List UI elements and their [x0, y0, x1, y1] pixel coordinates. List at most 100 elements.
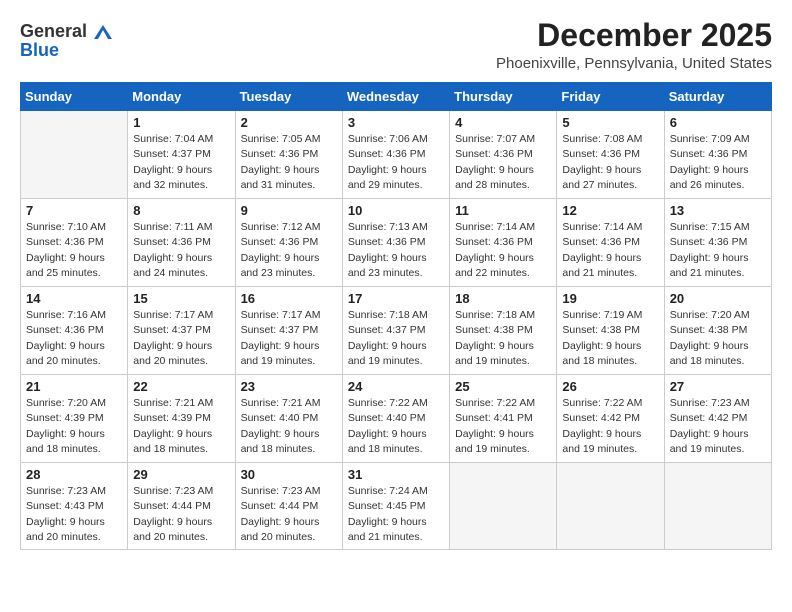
day-info: Sunrise: 7:15 AMSunset: 4:36 PMDaylight:…: [670, 220, 766, 281]
day-info: Sunrise: 7:19 AMSunset: 4:38 PMDaylight:…: [562, 308, 658, 369]
calendar-day-cell: 27 Sunrise: 7:23 AMSunset: 4:42 PMDayligh…: [664, 375, 771, 463]
calendar-day-cell: 16 Sunrise: 7:17 AMSunset: 4:37 PMDayligh…: [235, 287, 342, 375]
calendar-day-cell: 29 Sunrise: 7:23 AMSunset: 4:44 PMDayligh…: [128, 463, 235, 550]
day-number: 15: [133, 291, 229, 306]
day-number: 21: [26, 379, 122, 394]
day-number: 6: [670, 115, 766, 130]
calendar-day-cell: 4 Sunrise: 7:07 AMSunset: 4:36 PMDaylight…: [450, 111, 557, 199]
calendar-week-row: 21 Sunrise: 7:20 AMSunset: 4:39 PMDayligh…: [21, 375, 772, 463]
day-info: Sunrise: 7:23 AMSunset: 4:43 PMDaylight:…: [26, 484, 122, 545]
day-info: Sunrise: 7:18 AMSunset: 4:38 PMDaylight:…: [455, 308, 551, 369]
calendar-day-cell: [21, 111, 128, 199]
calendar-day-cell: 22 Sunrise: 7:21 AMSunset: 4:39 PMDayligh…: [128, 375, 235, 463]
day-info: Sunrise: 7:08 AMSunset: 4:36 PMDaylight:…: [562, 132, 658, 193]
calendar-day-cell: 2 Sunrise: 7:05 AMSunset: 4:36 PMDaylight…: [235, 111, 342, 199]
col-sunday: Sunday: [21, 83, 128, 111]
col-tuesday: Tuesday: [235, 83, 342, 111]
day-number: 5: [562, 115, 658, 130]
calendar-day-cell: 15Sunrise: 7:17 AMSunset: 4:37 PMDayligh…: [128, 287, 235, 375]
day-number: 23: [241, 379, 337, 394]
day-info: Sunrise: 7:07 AMSunset: 4:36 PMDaylight:…: [455, 132, 551, 193]
calendar-week-row: 7Sunrise: 7:10 AMSunset: 4:36 PMDaylight…: [21, 199, 772, 287]
day-number: 10: [348, 203, 444, 218]
day-number: 16: [241, 291, 337, 306]
calendar-day-cell: 24 Sunrise: 7:22 AMSunset: 4:40 PMDayligh…: [342, 375, 449, 463]
calendar-week-row: 28 Sunrise: 7:23 AMSunset: 4:43 PMDayligh…: [21, 463, 772, 550]
day-info: Sunrise: 7:16 AMSunset: 4:36 PMDaylight:…: [26, 308, 122, 369]
day-info: Sunrise: 7:23 AMSunset: 4:44 PMDaylight:…: [133, 484, 229, 545]
calendar-day-cell: 17 Sunrise: 7:18 AMSunset: 4:37 PMDayligh…: [342, 287, 449, 375]
calendar-day-cell: 26Sunrise: 7:22 AMSunset: 4:42 PMDayligh…: [557, 375, 664, 463]
calendar-week-row: 1 Sunrise: 7:04 AMSunset: 4:37 PMDaylight…: [21, 111, 772, 199]
day-number: 30: [241, 467, 337, 482]
header: General Blue December 2025 Phoenixville,…: [20, 18, 772, 72]
calendar-day-cell: 28 Sunrise: 7:23 AMSunset: 4:43 PMDayligh…: [21, 463, 128, 550]
day-number: 13: [670, 203, 766, 218]
title-block: December 2025 Phoenixville, Pennsylvania…: [496, 18, 772, 72]
day-info: Sunrise: 7:18 AMSunset: 4:37 PMDaylight:…: [348, 308, 444, 369]
calendar-day-cell: [557, 463, 664, 550]
day-number: 20: [670, 291, 766, 306]
day-number: 22: [133, 379, 229, 394]
calendar-day-cell: 12 Sunrise: 7:14 AMSunset: 4:36 PMDayligh…: [557, 199, 664, 287]
calendar-day-cell: 13 Sunrise: 7:15 AMSunset: 4:36 PMDayligh…: [664, 199, 771, 287]
logo: General Blue: [20, 22, 112, 61]
day-info: Sunrise: 7:22 AMSunset: 4:40 PMDaylight:…: [348, 396, 444, 457]
day-info: Sunrise: 7:14 AMSunset: 4:36 PMDaylight:…: [562, 220, 658, 281]
col-thursday: Thursday: [450, 83, 557, 111]
day-info: Sunrise: 7:20 AMSunset: 4:38 PMDaylight:…: [670, 308, 766, 369]
calendar-day-cell: 8Sunrise: 7:11 AMSunset: 4:36 PMDaylight…: [128, 199, 235, 287]
calendar-table: Sunday Monday Tuesday Wednesday Thursday…: [20, 82, 772, 550]
day-number: 17: [348, 291, 444, 306]
day-info: Sunrise: 7:09 AMSunset: 4:36 PMDaylight:…: [670, 132, 766, 193]
day-number: 11: [455, 203, 551, 218]
calendar-day-cell: 14Sunrise: 7:16 AMSunset: 4:36 PMDayligh…: [21, 287, 128, 375]
calendar-day-cell: 9 Sunrise: 7:12 AMSunset: 4:36 PMDaylight…: [235, 199, 342, 287]
day-info: Sunrise: 7:13 AMSunset: 4:36 PMDaylight:…: [348, 220, 444, 281]
calendar-day-cell: 5 Sunrise: 7:08 AMSunset: 4:36 PMDaylight…: [557, 111, 664, 199]
day-number: 18: [455, 291, 551, 306]
day-number: 27: [670, 379, 766, 394]
day-number: 1: [133, 115, 229, 130]
calendar-day-cell: 7Sunrise: 7:10 AMSunset: 4:36 PMDaylight…: [21, 199, 128, 287]
day-info: Sunrise: 7:22 AMSunset: 4:42 PMDaylight:…: [562, 396, 658, 457]
day-number: 7: [26, 203, 122, 218]
day-number: 2: [241, 115, 337, 130]
col-saturday: Saturday: [664, 83, 771, 111]
day-number: 9: [241, 203, 337, 218]
day-number: 28: [26, 467, 122, 482]
day-info: Sunrise: 7:12 AMSunset: 4:36 PMDaylight:…: [241, 220, 337, 281]
day-number: 8: [133, 203, 229, 218]
calendar-subtitle: Phoenixville, Pennsylvania, United State…: [496, 55, 772, 72]
day-info: Sunrise: 7:04 AMSunset: 4:37 PMDaylight:…: [133, 132, 229, 193]
calendar-day-cell: 20 Sunrise: 7:20 AMSunset: 4:38 PMDayligh…: [664, 287, 771, 375]
day-info: Sunrise: 7:17 AMSunset: 4:37 PMDaylight:…: [241, 308, 337, 369]
day-number: 24: [348, 379, 444, 394]
day-number: 31: [348, 467, 444, 482]
calendar-day-cell: 6 Sunrise: 7:09 AMSunset: 4:36 PMDaylight…: [664, 111, 771, 199]
calendar-week-row: 14Sunrise: 7:16 AMSunset: 4:36 PMDayligh…: [21, 287, 772, 375]
calendar-day-cell: 3Sunrise: 7:06 AMSunset: 4:36 PMDaylight…: [342, 111, 449, 199]
col-friday: Friday: [557, 83, 664, 111]
day-number: 29: [133, 467, 229, 482]
day-info: Sunrise: 7:21 AMSunset: 4:39 PMDaylight:…: [133, 396, 229, 457]
day-number: 3: [348, 115, 444, 130]
day-info: Sunrise: 7:24 AMSunset: 4:45 PMDaylight:…: [348, 484, 444, 545]
calendar-day-cell: 23Sunrise: 7:21 AMSunset: 4:40 PMDayligh…: [235, 375, 342, 463]
day-info: Sunrise: 7:05 AMSunset: 4:36 PMDaylight:…: [241, 132, 337, 193]
day-info: Sunrise: 7:22 AMSunset: 4:41 PMDaylight:…: [455, 396, 551, 457]
logo-general: General: [20, 21, 87, 41]
day-number: 19: [562, 291, 658, 306]
calendar-day-cell: 10 Sunrise: 7:13 AMSunset: 4:36 PMDayligh…: [342, 199, 449, 287]
day-number: 25: [455, 379, 551, 394]
calendar-title: December 2025: [496, 18, 772, 53]
day-number: 4: [455, 115, 551, 130]
calendar-day-cell: [664, 463, 771, 550]
day-info: Sunrise: 7:20 AMSunset: 4:39 PMDaylight:…: [26, 396, 122, 457]
day-info: Sunrise: 7:14 AMSunset: 4:36 PMDaylight:…: [455, 220, 551, 281]
logo-blue: Blue: [20, 40, 59, 60]
calendar-day-cell: 31 Sunrise: 7:24 AMSunset: 4:45 PMDayligh…: [342, 463, 449, 550]
day-info: Sunrise: 7:23 AMSunset: 4:42 PMDaylight:…: [670, 396, 766, 457]
page: General Blue December 2025 Phoenixville,…: [0, 0, 792, 568]
day-number: 12: [562, 203, 658, 218]
